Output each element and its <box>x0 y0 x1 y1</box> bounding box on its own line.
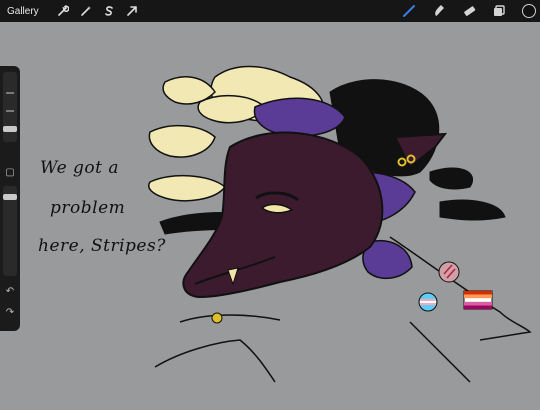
top-toolbar: Gallery <box>0 0 540 22</box>
smudge-icon[interactable] <box>432 4 446 18</box>
brush-icon[interactable] <box>402 4 416 18</box>
gallery-button[interactable]: Gallery <box>7 6 39 17</box>
modify-button-icon[interactable]: ▢ <box>2 166 18 180</box>
brush-size-handle[interactable] <box>3 126 17 132</box>
left-sidebar: ▢ ↶ ↷ <box>0 66 20 331</box>
eraser-icon[interactable] <box>462 4 476 18</box>
redo-icon[interactable]: ↷ <box>2 306 18 320</box>
right-tool-group <box>386 0 536 22</box>
transform-arrow-icon[interactable] <box>125 4 139 18</box>
handwritten-line-3: here, Stripes? <box>38 236 166 256</box>
lesbian-flag-pin <box>463 290 493 310</box>
magic-wand-icon[interactable] <box>79 4 93 18</box>
slider-tick <box>6 110 14 112</box>
layers-icon[interactable] <box>492 4 506 18</box>
handwritten-line-1: We got a <box>40 158 120 178</box>
handwritten-line-2: problem <box>50 198 126 218</box>
slider-tick <box>6 92 14 94</box>
color-picker-button[interactable] <box>522 4 536 18</box>
drawing-canvas[interactable]: We got a problem here, Stripes? <box>0 22 540 405</box>
gold-button <box>211 312 223 324</box>
undo-icon[interactable]: ↶ <box>2 285 18 299</box>
opacity-handle[interactable] <box>3 194 17 200</box>
selection-s-icon[interactable] <box>102 4 116 18</box>
pin-scratch <box>438 261 460 283</box>
wrench-icon[interactable] <box>56 4 70 18</box>
